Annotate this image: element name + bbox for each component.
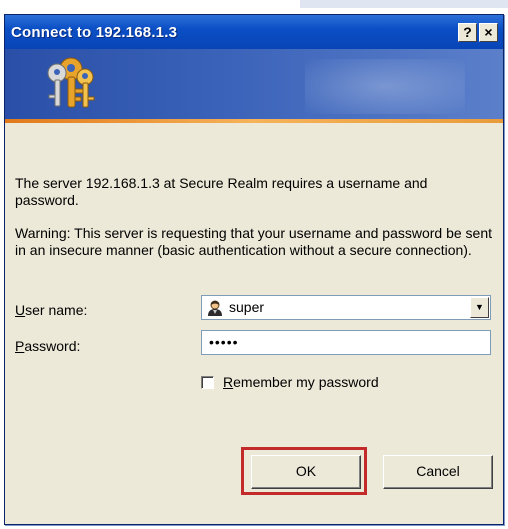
help-button[interactable]: ? bbox=[458, 23, 477, 42]
remember-password-label: Remember my password bbox=[223, 374, 379, 391]
cancel-button[interactable]: Cancel bbox=[383, 455, 493, 489]
title-bar[interactable]: Connect to 192.168.1.3 ? × bbox=[5, 15, 503, 49]
username-label-mnemonic: U bbox=[15, 302, 26, 318]
password-label: Password: bbox=[15, 338, 80, 355]
remember-password-text: emember my password bbox=[233, 374, 379, 390]
screenshot-canvas: Connect to 192.168.1.3 ? × The server 19… bbox=[0, 0, 508, 529]
username-label: User name: bbox=[15, 302, 87, 319]
server-message: The server 192.168.1.3 at Secure Realm r… bbox=[15, 175, 428, 208]
close-button[interactable]: × bbox=[479, 23, 498, 42]
password-field[interactable]: ••••• bbox=[201, 330, 491, 355]
dropdown-arrow-icon[interactable]: ▼ bbox=[470, 297, 489, 318]
dialog-banner bbox=[5, 49, 503, 123]
username-combobox[interactable]: super ▼ bbox=[201, 295, 491, 320]
password-label-mnemonic: P bbox=[15, 338, 25, 354]
user-icon bbox=[207, 300, 223, 316]
username-label-text: ser name: bbox=[25, 302, 88, 318]
remember-password-mnemonic: R bbox=[223, 374, 234, 390]
ok-button-highlight bbox=[241, 447, 367, 495]
background-strip bbox=[300, 0, 508, 8]
window-title: Connect to 192.168.1.3 bbox=[11, 23, 178, 41]
connect-dialog: Connect to 192.168.1.3 ? × The server 19… bbox=[4, 14, 504, 525]
remember-password-checkbox[interactable] bbox=[201, 376, 214, 389]
keys-icon bbox=[35, 51, 115, 124]
banner-glow bbox=[305, 59, 465, 114]
remember-password-option[interactable]: Remember my password bbox=[201, 374, 379, 391]
warning-message: Warning: This server is requesting that … bbox=[15, 225, 493, 258]
password-label-text: assword: bbox=[24, 338, 81, 354]
username-value: super bbox=[229, 299, 265, 315]
